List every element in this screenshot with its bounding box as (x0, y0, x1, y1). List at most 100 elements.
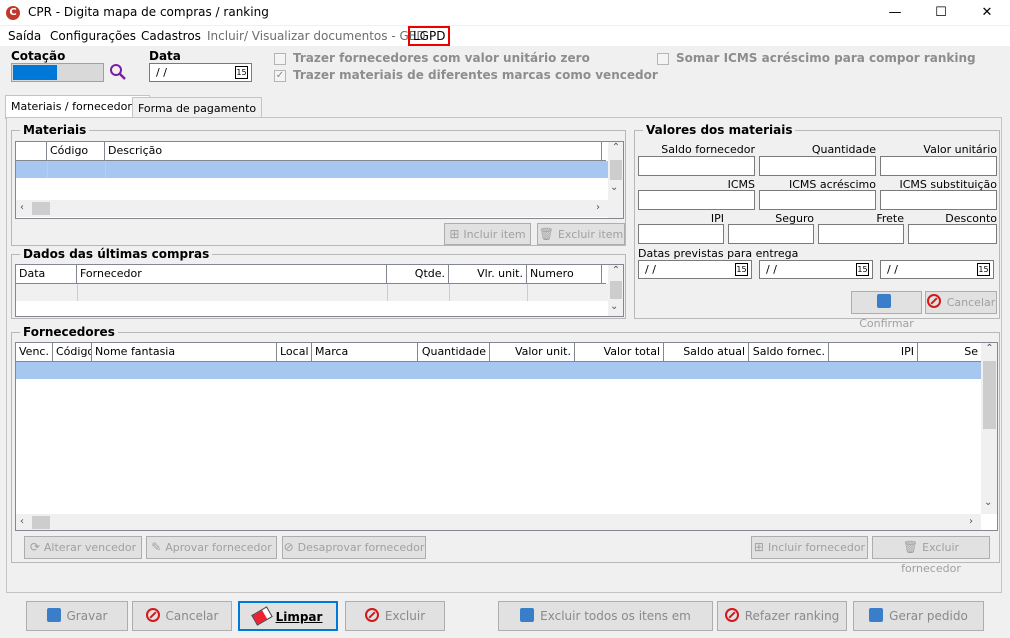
scroll-left-icon[interactable]: ‹ (20, 202, 24, 213)
scroll-right-icon[interactable]: › (596, 202, 600, 213)
col-data[interactable]: Data (16, 265, 77, 283)
excluir-item-button[interactable]: 🗑 Excluir item (537, 223, 625, 245)
col-valor-unit[interactable]: Valor unit. (490, 343, 575, 361)
cotacao-field[interactable] (11, 63, 104, 82)
menu-ged[interactable]: Incluir/ Visualizar documentos - GED (204, 28, 429, 44)
saldo-fornecedor-field[interactable] (638, 156, 755, 176)
gerar-pedido-button[interactable]: Gerar pedido (853, 601, 984, 631)
col-qtde[interactable]: Qtde. (387, 265, 449, 283)
scroll-up-icon[interactable]: ⌃ (981, 343, 997, 354)
refazer-ranking-button[interactable]: Refazer ranking (717, 601, 847, 631)
search-icon[interactable] (108, 62, 128, 82)
gravar-button[interactable]: Gravar (26, 601, 128, 631)
ultimas-vscroll[interactable]: ⌃ ⌄ (608, 265, 623, 316)
seguro-field[interactable] (728, 224, 814, 244)
col-local[interactable]: Local (277, 343, 312, 361)
ultimas-grid[interactable]: Data Fornecedor Qtde. Vlr. unit. Numero … (15, 264, 624, 317)
tab-forma-pagamento[interactable]: Forma de pagamento (132, 97, 263, 119)
col-fornecedor[interactable]: Fornecedor (77, 265, 387, 283)
limpar-button[interactable]: Limpar (238, 601, 338, 631)
col-ipi[interactable]: IPI (829, 343, 918, 361)
fornecedores-hscroll[interactable]: ‹ › (16, 514, 981, 530)
confirmar-label: Confirmar (859, 317, 914, 330)
trash-icon: 🗑 (538, 227, 554, 241)
excluir-fornecedor-button[interactable]: 🗑 Excluir fornecedor (872, 536, 990, 575)
tab-materiais-fornecedores[interactable]: Materiais / fornecedores (5, 95, 151, 119)
scroll-down-icon[interactable]: ⌄ (610, 301, 618, 312)
chk-materiais-marcas-label: Trazer materiais de diferentes marcas co… (293, 68, 658, 82)
icms-substituicao-field[interactable] (880, 190, 997, 210)
col-nome-fantasia[interactable]: Nome fantasia (92, 343, 277, 361)
saldo-fornecedor-label: Saldo fornecedor (661, 143, 755, 156)
col-venc[interactable]: Venc. (16, 343, 53, 361)
scroll-down-icon[interactable]: ⌄ (610, 182, 618, 193)
materiais-grid[interactable]: Código Descrição ⌃ ⌄ ‹ › (15, 141, 624, 219)
menu-saida[interactable]: Saída (5, 28, 44, 44)
scroll-up-icon[interactable]: ⌃ (608, 142, 623, 153)
col-numero[interactable]: Numero (527, 265, 602, 283)
data-field[interactable]: / / 15 (149, 63, 252, 82)
calendar-icon[interactable]: 15 (235, 66, 248, 79)
menu-configuracoes[interactable]: Configurações (47, 28, 139, 44)
fornecedores-grid[interactable]: Venc. Código Nome fantasia Local Marca Q… (15, 342, 998, 531)
table-row[interactable] (16, 284, 608, 301)
scroll-up-icon[interactable]: ⌃ (608, 265, 623, 276)
save-icon (876, 294, 891, 308)
incluir-item-button[interactable]: ⊞ Incluir item (444, 223, 531, 245)
alterar-vencedor-button[interactable]: ⟳ Alterar vencedor (24, 536, 142, 559)
col-quantidade[interactable]: Quantidade (418, 343, 490, 361)
icms-field[interactable] (638, 190, 755, 210)
close-button[interactable]: ✕ (964, 0, 1010, 26)
excluir-todos-button[interactable]: Excluir todos os itens em aberto (498, 601, 713, 638)
aprovar-fornecedor-button[interactable]: ✎ Aprovar fornecedor (146, 536, 277, 559)
calendar-icon[interactable]: 15 (735, 263, 748, 276)
calendar-icon[interactable]: 15 (977, 263, 990, 276)
ipi-field[interactable] (638, 224, 724, 244)
maximize-button[interactable]: ☐ (918, 0, 964, 26)
cancel-icon (926, 294, 941, 308)
col-marca[interactable]: Marca (312, 343, 418, 361)
scroll-down-icon[interactable]: ⌄ (984, 497, 992, 508)
menu-cadastros[interactable]: Cadastros (138, 28, 204, 44)
menu-lgpd[interactable]: LGPD (408, 26, 451, 46)
col-descricao[interactable]: Descrição (105, 142, 602, 160)
data-entrega-3[interactable]: / / 15 (880, 260, 994, 279)
col-valor-total[interactable]: Valor total (575, 343, 664, 361)
col-codigo[interactable]: Código (47, 142, 105, 160)
chk-fornecedores-zero[interactable] (274, 53, 286, 65)
app-logo-icon: C (6, 6, 20, 20)
data-entrega-2[interactable]: / / 15 (759, 260, 873, 279)
desconto-field[interactable] (908, 224, 997, 244)
chk-materiais-marcas[interactable]: ✓ (274, 70, 286, 82)
incluir-fornecedor-button[interactable]: ⊞ Incluir fornecedor (751, 536, 868, 559)
excluir-button[interactable]: Excluir (345, 601, 445, 631)
col-codigo-forn[interactable]: Código (53, 343, 92, 361)
col-se[interactable]: Se (918, 343, 981, 361)
confirmar-button[interactable]: Confirmar (851, 291, 922, 330)
ultimas-compras-title: Dados das últimas compras (20, 247, 213, 261)
quantidade-field[interactable] (759, 156, 876, 176)
chk-icms-ranking[interactable] (657, 53, 669, 65)
table-row[interactable] (16, 362, 981, 379)
valor-unitario-field[interactable] (880, 156, 997, 176)
icms-acrescimo-field[interactable] (759, 190, 876, 210)
data-entrega-1[interactable]: / / 15 (638, 260, 752, 279)
chk-icms-ranking-label: Somar ICMS acréscimo para compor ranking (676, 51, 976, 65)
cancelar-valores-button[interactable]: Cancelar (925, 291, 997, 314)
incluir-fornecedor-label: Incluir fornecedor (767, 541, 866, 554)
frete-field[interactable] (818, 224, 904, 244)
desaprovar-fornecedor-button[interactable]: ⊘ Desaprovar fornecedor (282, 536, 426, 559)
col-vlr-unit[interactable]: Vlr. unit. (449, 265, 527, 283)
valor-unitario-label: Valor unitário (923, 143, 997, 156)
materiais-hscroll[interactable]: ‹ › (16, 200, 608, 217)
materiais-vscroll[interactable]: ⌃ ⌄ (608, 142, 623, 218)
fornecedores-vscroll[interactable]: ⌃ ⌄ (981, 343, 997, 514)
col-saldo-atual[interactable]: Saldo atual (664, 343, 749, 361)
col-saldo-fornec[interactable]: Saldo fornec. (749, 343, 829, 361)
cancelar-button[interactable]: Cancelar (132, 601, 232, 631)
calendar-icon[interactable]: 15 (856, 263, 869, 276)
scroll-right-icon[interactable]: › (969, 516, 973, 527)
scroll-left-icon[interactable]: ‹ (20, 516, 24, 527)
table-row[interactable] (16, 161, 609, 178)
minimize-button[interactable]: — (872, 0, 918, 26)
